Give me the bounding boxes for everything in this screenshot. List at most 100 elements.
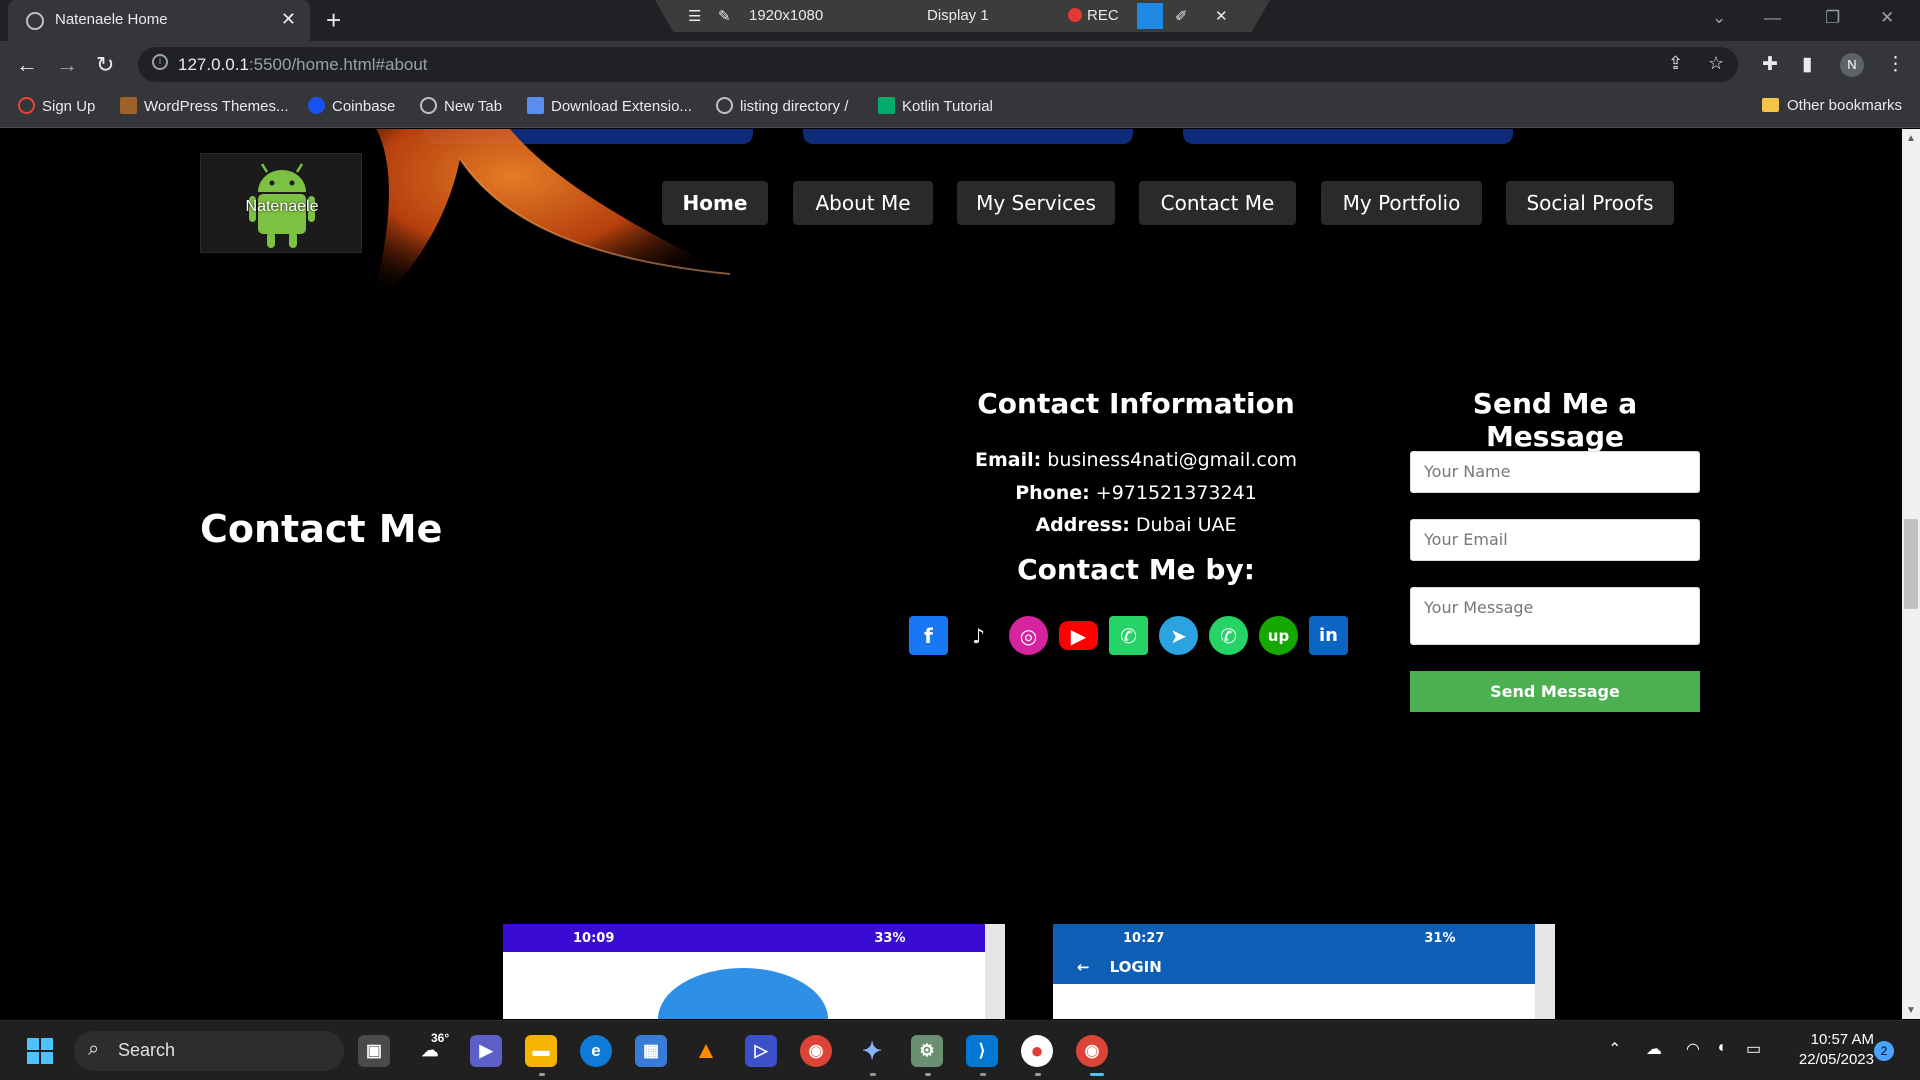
bookmark-kotlin-tutorial[interactable]: Kotlin Tutorial <box>878 97 993 115</box>
menu-kebab-icon[interactable]: ⋮ <box>1886 53 1905 76</box>
phone-time: 10:09 <box>573 931 615 946</box>
share-icon[interactable]: ⇪ <box>1668 53 1683 74</box>
windows-taskbar: ⌕ Search ▣ ☁ 36° ▶ ▬ e ▦ ▲ ▷ ◉ ✦ ⚙ ⟩ ● ◉ … <box>0 1020 1920 1080</box>
card-edge <box>803 129 1133 144</box>
address-bar[interactable]: i 127.0.0.1:5500/home.html#about ⇪ ☆ <box>138 47 1738 82</box>
close-window-icon[interactable]: ✕ <box>1880 8 1894 28</box>
nav-my-services[interactable]: My Services <box>957 181 1115 225</box>
microsoft-store-icon[interactable]: ▦ <box>635 1035 667 1067</box>
phone-call-icon[interactable]: ✆ <box>1209 616 1248 655</box>
tab-search-icon[interactable]: ⌄ <box>1712 8 1726 28</box>
web-page: Natenaele Home About Me My Services Cont… <box>0 129 1902 1019</box>
scroll-up-icon[interactable]: ▲ <box>1906 133 1916 144</box>
nav-my-portfolio[interactable]: My Portfolio <box>1321 181 1482 225</box>
record-button[interactable]: REC <box>1068 7 1119 24</box>
bookmark-star-icon[interactable]: ☆ <box>1708 53 1724 74</box>
url-text[interactable]: 127.0.0.1:5500/home.html#about <box>178 55 428 75</box>
address-line: Address: Dubai UAE <box>930 514 1342 536</box>
preview-scrollbar[interactable] <box>985 924 1005 1019</box>
recorder-resolution: 1920x1080 <box>749 7 824 24</box>
reload-icon[interactable]: ↻ <box>96 52 114 78</box>
media-player-icon[interactable]: ▷ <box>745 1035 777 1067</box>
close-tab-icon[interactable]: ✕ <box>281 9 296 30</box>
bookmark-download-extensions[interactable]: Download Extensio... <box>527 97 692 115</box>
notification-badge[interactable]: 2 <box>1874 1041 1894 1061</box>
address-value: Dubai UAE <box>1135 514 1237 536</box>
send-message-button[interactable]: Send Message <box>1410 671 1700 712</box>
edge-icon[interactable]: e <box>580 1035 612 1067</box>
browser-tab[interactable]: Natenaele Home ✕ <box>8 0 310 41</box>
bookmark-label: Coinbase <box>332 98 396 115</box>
telegram-icon[interactable]: ➤ <box>1159 616 1198 655</box>
name-field[interactable]: Your Name <box>1410 451 1700 493</box>
weather-icon[interactable]: ☁ 36° <box>414 1031 450 1067</box>
new-tab-button[interactable]: + <box>326 5 341 36</box>
whatsapp-icon[interactable]: ✆ <box>1109 616 1148 655</box>
nav-about-me[interactable]: About Me <box>793 181 933 225</box>
restore-icon[interactable]: ❐ <box>1825 8 1840 28</box>
chrome-profile-icon[interactable]: ◉ <box>1076 1035 1108 1067</box>
email-field[interactable]: Your Email <box>1410 519 1700 561</box>
page-scrollbar[interactable]: ▲ ▼ <box>1902 129 1920 1019</box>
goldfish-decoration <box>370 129 731 309</box>
menu-icon[interactable]: ☰ <box>688 7 701 25</box>
bookmark-sign-up[interactable]: Sign Up <box>18 97 95 115</box>
youtube-icon[interactable]: ▶ <box>1059 621 1098 650</box>
bookmark-wordpress-themes[interactable]: WordPress Themes... <box>120 97 289 115</box>
vscode-icon[interactable]: ⟩ <box>966 1035 998 1067</box>
wifi-icon[interactable]: ◠ <box>1686 1039 1700 1059</box>
bookmark-listing-directory[interactable]: listing directory / <box>716 97 848 115</box>
back-icon[interactable]: ← <box>16 52 38 78</box>
show-hidden-icons[interactable]: ⌃ <box>1608 1039 1621 1059</box>
facebook-icon[interactable]: f <box>909 616 948 655</box>
vlc-icon[interactable]: ▲ <box>690 1035 722 1067</box>
pin-icon[interactable]: ✎ <box>718 7 731 25</box>
profile-avatar[interactable]: N <box>1840 53 1864 77</box>
minimize-icon[interactable]: — <box>1764 8 1781 28</box>
site-logo[interactable]: Natenaele <box>200 153 362 253</box>
bookmark-coinbase[interactable]: Coinbase <box>308 97 395 115</box>
scrollbar-thumb[interactable] <box>1904 519 1918 609</box>
nav-contact-me[interactable]: Contact Me <box>1139 181 1296 225</box>
taskbar-clock[interactable]: 10:57 AM 22/05/2023 <box>1774 1030 1874 1070</box>
portfolio-screenshot[interactable]: 10:27 31% ← LOGIN <box>1053 924 1555 1019</box>
instagram-icon[interactable]: ◎ <box>1009 616 1048 655</box>
nav-social-proofs[interactable]: Social Proofs <box>1506 181 1674 225</box>
task-view-icon[interactable]: ▣ <box>358 1035 390 1067</box>
chatgpt-app-icon[interactable]: ⚙ <box>911 1035 943 1067</box>
battery-icon[interactable]: ▭ <box>1746 1039 1761 1059</box>
recorder-display[interactable]: Display 1 <box>927 7 989 24</box>
pen-icon[interactable]: ✐ <box>1175 7 1188 25</box>
side-panel-icon[interactable]: ▮ <box>1802 53 1812 76</box>
teams-chat-icon[interactable]: ▶ <box>470 1035 502 1067</box>
nav-home[interactable]: Home <box>662 181 768 225</box>
site-info-icon[interactable]: i <box>152 54 168 70</box>
onedrive-icon[interactable]: ☁ <box>1646 1039 1662 1059</box>
gemini-app-icon[interactable]: ✦ <box>856 1035 888 1067</box>
windows-logo-icon <box>27 1038 53 1064</box>
close-recorder-icon[interactable]: ✕ <box>1215 7 1228 25</box>
tiktok-icon[interactable]: ♪ <box>959 616 998 655</box>
forward-icon[interactable]: → <box>56 52 78 78</box>
taskbar-search[interactable]: ⌕ Search <box>74 1031 344 1071</box>
upwork-icon[interactable]: up <box>1259 616 1298 655</box>
other-bookmarks[interactable]: Other bookmarks <box>1762 97 1902 114</box>
extensions-icon[interactable]: ✚ <box>1762 53 1778 76</box>
address-label: Address: <box>1035 514 1130 536</box>
wordpress-icon <box>120 97 137 114</box>
volume-icon[interactable]: ◖ <box>1716 1039 1726 1057</box>
recorder-app-icon[interactable]: ● <box>1021 1035 1053 1067</box>
tab-title: Natenaele Home <box>55 11 168 28</box>
chrome-icon[interactable]: ◉ <box>800 1035 832 1067</box>
w3schools-icon <box>878 97 895 114</box>
file-explorer-icon[interactable]: ▬ <box>525 1035 557 1067</box>
linkedin-icon[interactable]: in <box>1309 616 1348 655</box>
preview-scrollbar[interactable] <box>1535 924 1555 1019</box>
windows-start-icon[interactable] <box>24 1035 56 1067</box>
portfolio-screenshot[interactable]: 10:09 33% <box>503 924 1005 1019</box>
camera-toggle-icon[interactable] <box>1137 3 1163 29</box>
scroll-down-icon[interactable]: ▼ <box>1906 1005 1916 1016</box>
message-field[interactable]: Your Message <box>1410 587 1700 645</box>
phone-status-bar: 10:27 31% <box>1053 924 1555 952</box>
bookmark-new-tab[interactable]: New Tab <box>420 97 502 115</box>
